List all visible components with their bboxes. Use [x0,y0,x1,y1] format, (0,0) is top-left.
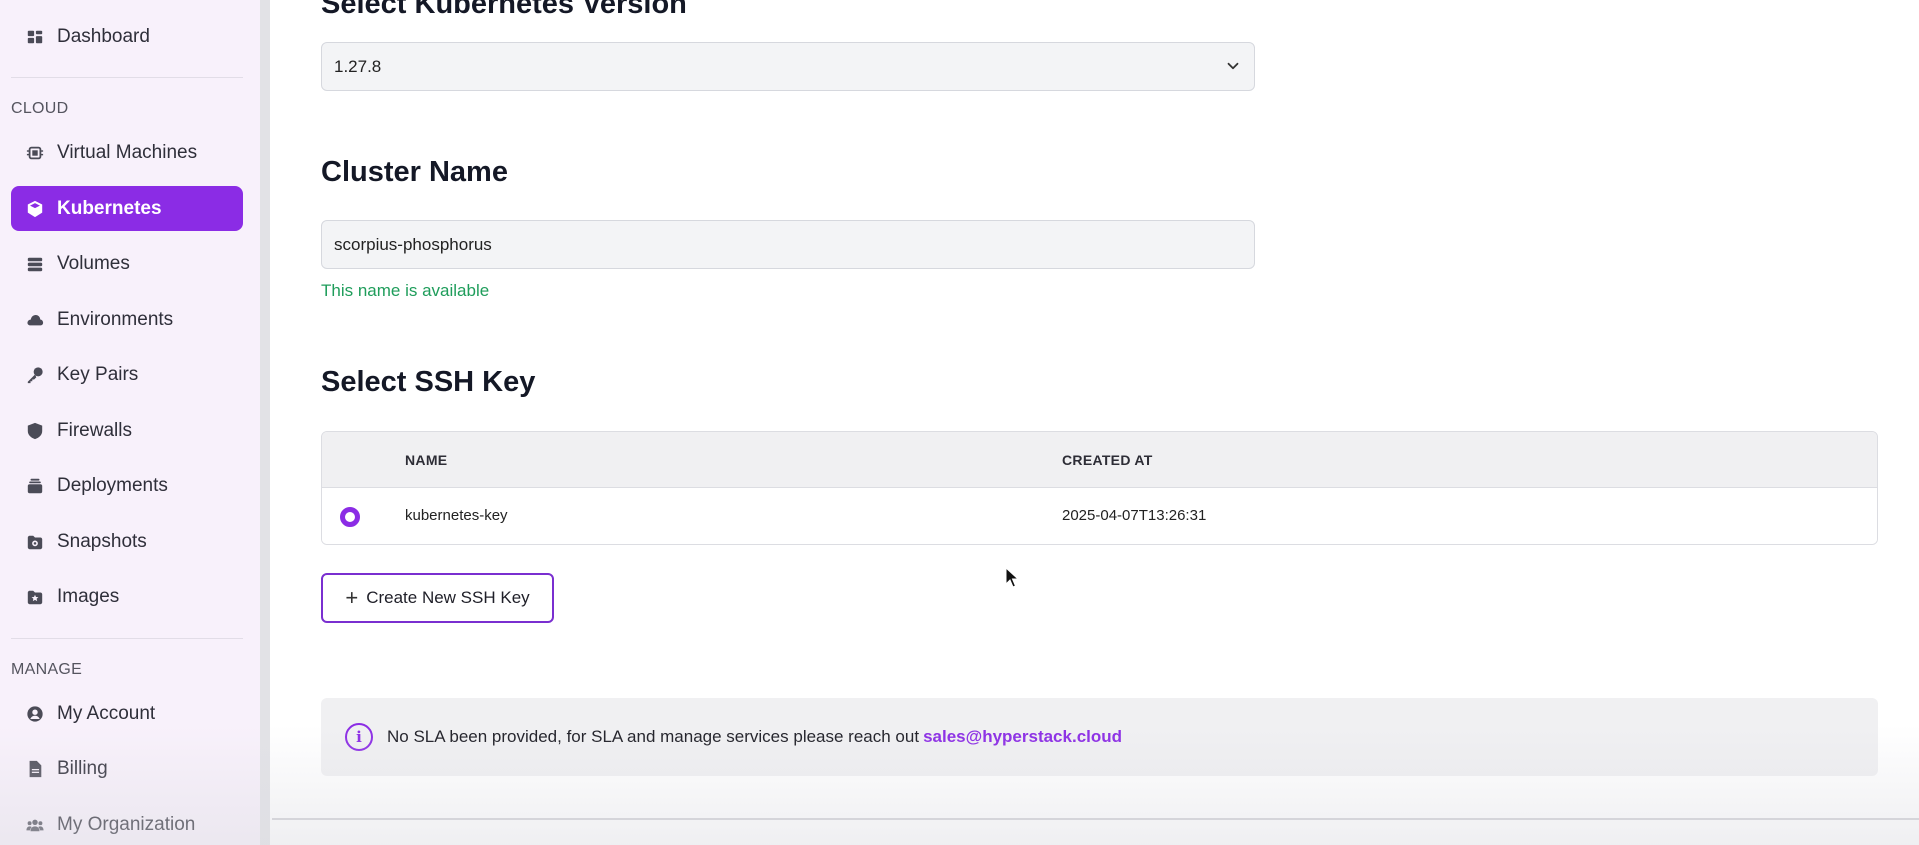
button-label: Create New SSH Key [366,588,530,607]
chevron-down-icon [1227,62,1239,70]
cloud-icon [25,310,45,330]
sidebar-item-label: Volumes [57,252,130,274]
chip-icon [25,143,45,163]
document-icon [25,759,45,779]
sidebar-item-label: Dashboard [57,25,150,47]
users-icon [25,815,45,835]
image-icon [25,587,45,607]
database-icon [25,254,45,274]
sidebar-item-environments[interactable]: Environments [11,297,243,342]
sidebar-item-label: Snapshots [57,530,147,552]
cluster-name-input[interactable]: scorpius-phosphorus [321,220,1255,269]
sidebar-item-label: Key Pairs [57,363,139,385]
sidebar: Dashboard CLOUD Virtual Machines Kuberne… [0,0,262,845]
sidebar-item-label: Virtual Machines [57,141,198,163]
kubernetes-version-select[interactable]: 1.27.8 [321,42,1255,91]
sidebar-divider [11,77,243,78]
input-value: scorpius-phosphorus [334,234,492,254]
sidebar-item-images[interactable]: Images [11,574,243,619]
info-icon: i [345,723,373,751]
stack-icon [25,476,45,496]
select-value: 1.27.8 [334,56,382,76]
dashboard-icon [25,27,45,47]
cluster-name-heading: Cluster Name [321,156,508,188]
ssh-key-table: NAME CREATED AT kubernetes-key 2025-04-0… [321,431,1878,545]
sidebar-item-snapshots[interactable]: Snapshots [11,519,243,564]
sidebar-item-billing[interactable]: Billing [11,746,243,791]
sidebar-item-key-pairs[interactable]: Key Pairs [11,352,243,397]
sla-notice: i No SLA been provided, for SLA and mana… [321,698,1878,776]
sidebar-item-my-organization[interactable]: My Organization [11,802,243,845]
ssh-key-heading: Select SSH Key [321,366,536,398]
column-header-created-at: CREATED AT [1062,452,1153,468]
sidebar-divider [11,638,243,639]
sidebar-item-dashboard[interactable]: Dashboard [11,14,243,59]
main-content: Select Kubernetes Version 1.27.8 Cluster… [272,0,1919,845]
version-heading: Select Kubernetes Version [321,0,687,20]
sidebar-item-virtual-machines[interactable]: Virtual Machines [11,130,243,175]
user-circle-icon [25,704,45,724]
sidebar-item-firewalls[interactable]: Firewalls [11,408,243,453]
sidebar-item-label: Environments [57,308,174,330]
key-icon [25,365,45,385]
create-new-ssh-key-button[interactable]: + Create New SSH Key [321,573,554,623]
sidebar-item-label: Kubernetes [57,197,162,219]
column-header-name: NAME [405,452,448,468]
name-availability-status: This name is available [321,281,490,300]
sidebar-item-label: Deployments [57,474,168,496]
section-title-manage: MANAGE [11,661,83,678]
mouse-cursor-icon [1005,567,1019,588]
table-row[interactable]: kubernetes-key 2025-04-07T13:26:31 [322,488,1877,544]
sidebar-item-kubernetes[interactable]: Kubernetes [11,186,243,231]
sales-email-link[interactable]: sales@hyperstack.cloud [923,727,1122,747]
ssh-key-radio[interactable] [340,507,360,527]
ssh-key-created-at: 2025-04-07T13:26:31 [1062,507,1207,524]
table-header: NAME CREATED AT [322,432,1877,488]
sidebar-item-deployments[interactable]: Deployments [11,463,243,508]
sidebar-item-label: Firewalls [57,419,132,441]
sidebar-scrollbar[interactable] [260,0,270,845]
section-title-cloud: CLOUD [11,100,69,117]
sidebar-item-label: My Account [57,702,156,724]
sidebar-item-label: Images [57,585,120,607]
plus-icon: + [345,585,359,610]
shield-icon [25,421,45,441]
sidebar-item-volumes[interactable]: Volumes [11,241,243,286]
ssh-key-name: kubernetes-key [405,507,508,524]
sidebar-item-label: My Organization [57,813,196,835]
snapshot-icon [25,532,45,552]
sidebar-item-label: Billing [57,757,108,779]
cube-icon [25,199,45,219]
sidebar-item-my-account[interactable]: My Account [11,691,243,736]
footer-divider [272,818,1919,820]
notice-text: No SLA been provided, for SLA and manage… [387,727,920,746]
